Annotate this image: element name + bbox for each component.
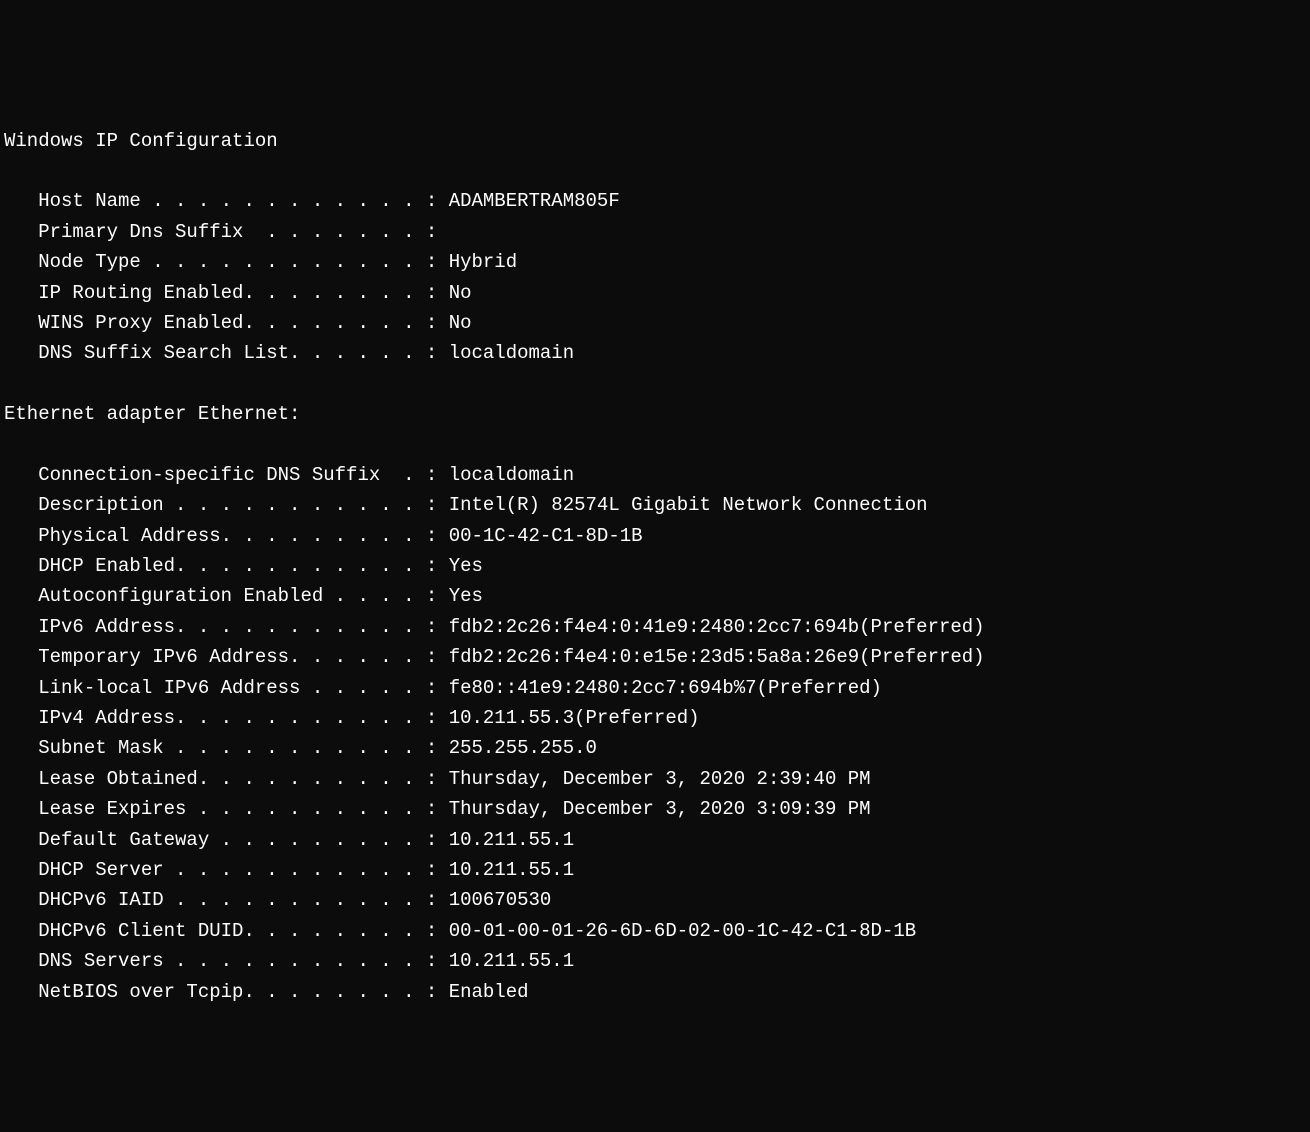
ip-routing-enabled-value: No	[449, 282, 472, 304]
temp-ipv6-address-value: fdb2:2c26:f4e4:0:e15e:23d5:5a8a:26e9(Pre…	[449, 646, 985, 668]
conn-dns-suffix-value: localdomain	[449, 464, 574, 486]
field-label: DNS Servers . . . . . . . . . . . :	[4, 950, 449, 972]
link-local-ipv6-value: fe80::41e9:2480:2cc7:694b%7(Preferred)	[449, 677, 882, 699]
field-label: Description . . . . . . . . . . . :	[4, 494, 449, 516]
dns-suffix-search-list-value: localdomain	[449, 342, 574, 364]
field-label: DHCP Server . . . . . . . . . . . :	[4, 859, 449, 881]
lease-expires-value: Thursday, December 3, 2020 3:09:39 PM	[449, 798, 871, 820]
node-type-value: Hybrid	[449, 251, 517, 273]
netbios-over-tcpip-value: Enabled	[449, 981, 529, 1003]
field-label: Primary Dns Suffix . . . . . . . :	[4, 221, 437, 243]
host-name-value: ADAMBERTRAM805F	[449, 190, 620, 212]
field-label: Default Gateway . . . . . . . . . :	[4, 829, 449, 851]
field-label: DHCPv6 Client DUID. . . . . . . . :	[4, 920, 449, 942]
field-label: IP Routing Enabled. . . . . . . . :	[4, 282, 449, 304]
field-label: Physical Address. . . . . . . . . :	[4, 525, 449, 547]
dhcp-enabled-value: Yes	[449, 555, 483, 577]
dhcp-server-value: 10.211.55.1	[449, 859, 574, 881]
subnet-mask-value: 255.255.255.0	[449, 737, 597, 759]
field-label: DHCP Enabled. . . . . . . . . . . :	[4, 555, 449, 577]
physical-address-value: 00-1C-42-C1-8D-1B	[449, 525, 643, 547]
dhcpv6-client-duid-value: 00-01-00-01-26-6D-6D-02-00-1C-42-C1-8D-1…	[449, 920, 916, 942]
field-label: Connection-specific DNS Suffix . :	[4, 464, 449, 486]
ipv6-address-value: fdb2:2c26:f4e4:0:41e9:2480:2cc7:694b(Pre…	[449, 616, 985, 638]
description-value: Intel(R) 82574L Gigabit Network Connecti…	[449, 494, 928, 516]
autoconfig-enabled-value: Yes	[449, 585, 483, 607]
ipv4-address-value: 10.211.55.3(Preferred)	[449, 707, 700, 729]
field-label: Lease Obtained. . . . . . . . . . :	[4, 768, 449, 790]
dhcpv6-iaid-value: 100670530	[449, 889, 552, 911]
field-label: DNS Suffix Search List. . . . . . :	[4, 342, 449, 364]
field-label: Host Name . . . . . . . . . . . . :	[4, 190, 449, 212]
default-gateway-value: 10.211.55.1	[449, 829, 574, 851]
wins-proxy-enabled-value: No	[449, 312, 472, 334]
field-label: Subnet Mask . . . . . . . . . . . :	[4, 737, 449, 759]
field-label: WINS Proxy Enabled. . . . . . . . :	[4, 312, 449, 334]
field-label: IPv4 Address. . . . . . . . . . . :	[4, 707, 449, 729]
section-title-ethernet: Ethernet adapter Ethernet:	[4, 403, 300, 425]
field-label: Link-local IPv6 Address . . . . . :	[4, 677, 449, 699]
dns-servers-value: 10.211.55.1	[449, 950, 574, 972]
section-title-ipconfig: Windows IP Configuration	[4, 130, 278, 152]
field-label: Temporary IPv6 Address. . . . . . :	[4, 646, 449, 668]
field-label: Lease Expires . . . . . . . . . . :	[4, 798, 449, 820]
field-label: NetBIOS over Tcpip. . . . . . . . :	[4, 981, 449, 1003]
field-label: Node Type . . . . . . . . . . . . :	[4, 251, 449, 273]
lease-obtained-value: Thursday, December 3, 2020 2:39:40 PM	[449, 768, 871, 790]
field-label: DHCPv6 IAID . . . . . . . . . . . :	[4, 889, 449, 911]
field-label: Autoconfiguration Enabled . . . . :	[4, 585, 449, 607]
field-label: IPv6 Address. . . . . . . . . . . :	[4, 616, 449, 638]
